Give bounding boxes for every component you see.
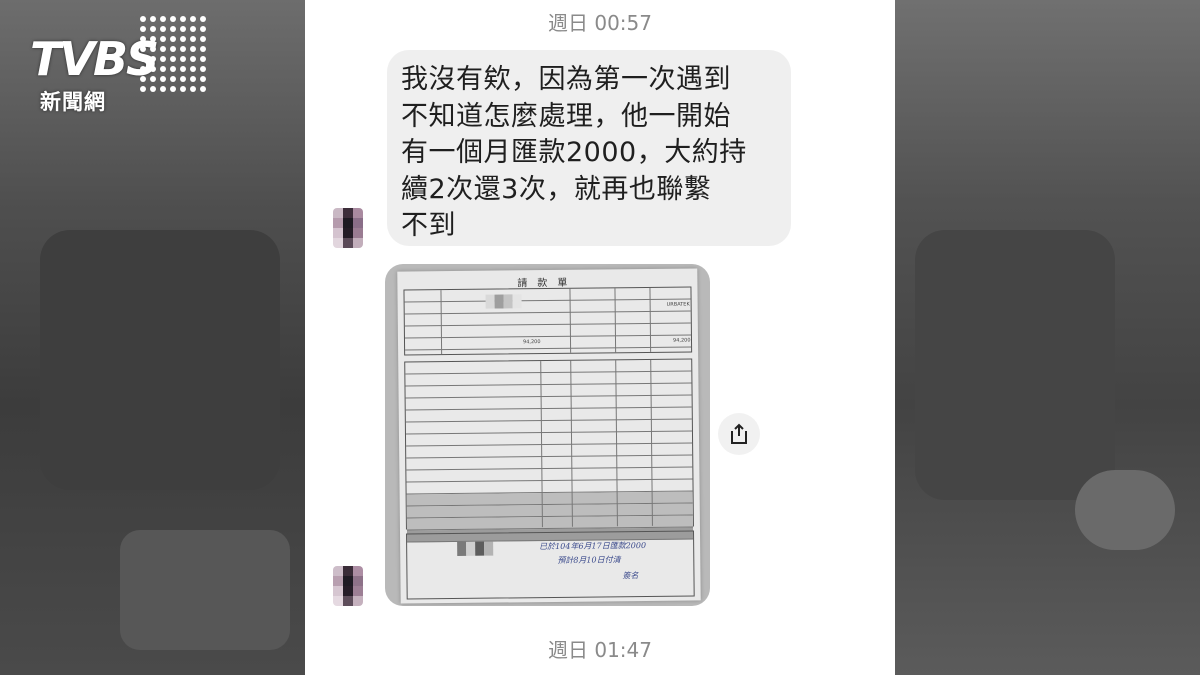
document-signature-area: 已於104年6月17日匯款2000 預計8月10日付清 簽名 bbox=[406, 530, 695, 600]
amount-field: 94,200 bbox=[522, 339, 541, 346]
handwritten-signature: 簽名 bbox=[622, 571, 639, 581]
censored-area bbox=[457, 541, 494, 556]
chat-screen: 週日 00:57 我沒有欸，因為第一次遇到 不知道怎麼處理，他一開始 有一個月匯… bbox=[305, 0, 895, 675]
message-bubble[interactable]: 我沒有欸，因為第一次遇到 不知道怎麼處理，他一開始 有一個月匯款2000，大約持… bbox=[387, 50, 791, 246]
message-line: 不知道怎麼處理，他一開始 bbox=[401, 100, 731, 132]
share-button[interactable] bbox=[718, 413, 760, 455]
avatar[interactable] bbox=[333, 208, 363, 248]
amount-field: 94,200 bbox=[672, 337, 691, 344]
message-line: 有一個月匯款2000，大約持 bbox=[401, 137, 747, 168]
blurred-background-right bbox=[895, 0, 1200, 675]
document-table-header: URBATEK 94,200 94,200 bbox=[403, 286, 693, 356]
tvbs-logo: TVBS 新聞網 bbox=[30, 16, 220, 116]
document-table-items bbox=[404, 358, 694, 543]
avatar[interactable] bbox=[333, 566, 363, 606]
message-timestamp: 週日 01:47 bbox=[548, 638, 652, 662]
brand-field: URBATEK bbox=[666, 301, 690, 308]
message-line: 續2次還3次，就再也聯繫 bbox=[401, 173, 712, 205]
blurred-shape bbox=[40, 230, 280, 490]
censored-area bbox=[485, 294, 522, 309]
handwritten-note: 已於104年6月17日匯款2000 bbox=[539, 540, 647, 552]
blurred-shape bbox=[915, 230, 1115, 500]
blurred-shape bbox=[1075, 470, 1175, 550]
message-line: 不到 bbox=[401, 210, 456, 241]
message-line: 我沒有欸，因為第一次遇到 bbox=[401, 64, 731, 95]
invoice-document: 請款單 URBATEK 94,200 94,200 已於104年6月17日匯款2… bbox=[397, 268, 701, 604]
blurred-shape bbox=[120, 530, 290, 650]
share-icon bbox=[731, 423, 747, 444]
logo-dots-icon bbox=[140, 16, 208, 94]
image-message[interactable]: 請款單 URBATEK 94,200 94,200 已於104年6月17日匯款2… bbox=[385, 264, 710, 606]
logo-subtitle: 新聞網 bbox=[40, 90, 106, 114]
message-timestamp: 週日 00:57 bbox=[548, 11, 652, 35]
logo-brand: TVBS bbox=[30, 32, 159, 86]
handwritten-note: 預計8月10日付清 bbox=[557, 555, 621, 565]
